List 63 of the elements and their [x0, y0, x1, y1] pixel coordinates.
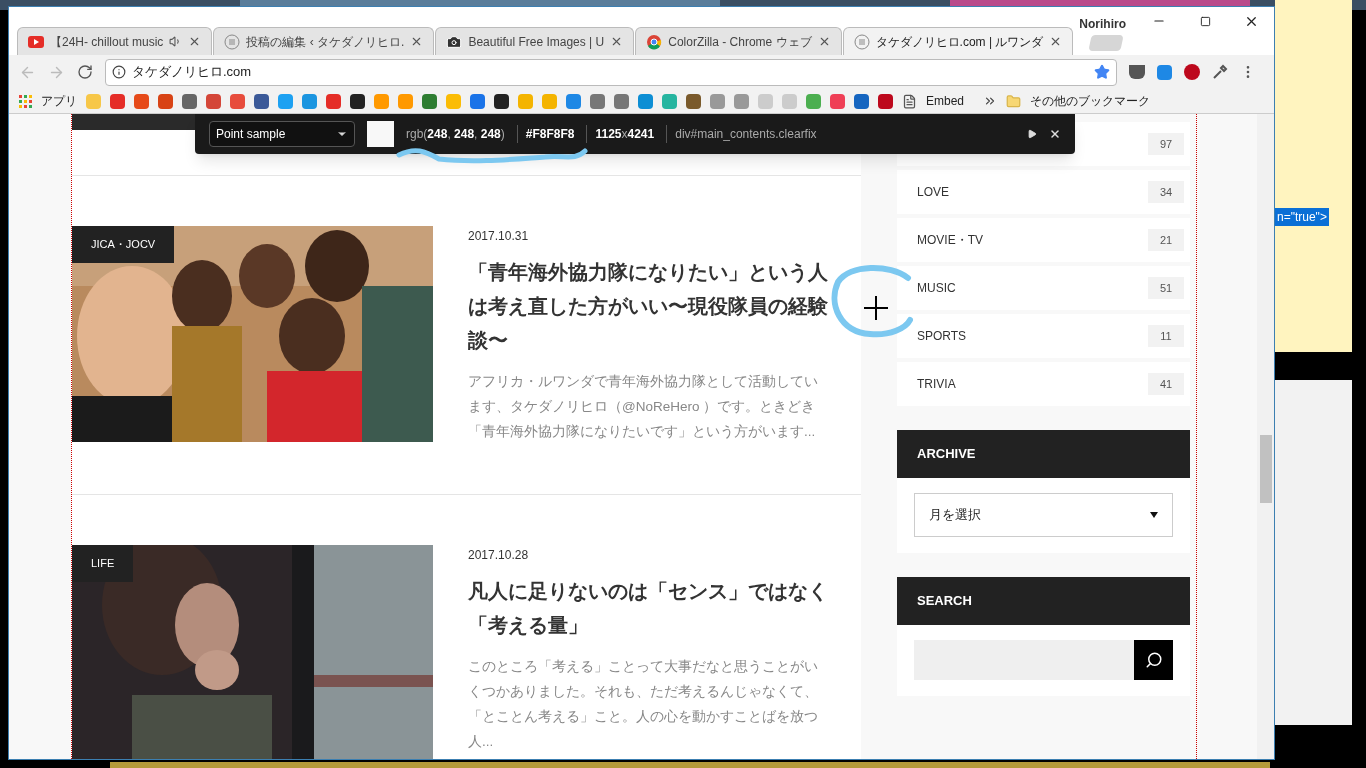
category-badge[interactable]: LIFE	[72, 545, 134, 582]
post-count: 41	[1148, 373, 1184, 395]
browser-tab[interactable]: Beautiful Free Images | U	[435, 27, 635, 55]
crosshair-cursor	[864, 296, 888, 320]
address-bar[interactable]: タケダノリヒロ.com	[105, 58, 1117, 86]
bookmark-icon[interactable]	[254, 93, 269, 109]
reload-icon[interactable]	[77, 64, 93, 80]
post-count: 97	[1148, 133, 1184, 155]
bookmark-link[interactable]: Embed	[926, 92, 965, 110]
url-text: タケダノリヒロ.com	[132, 63, 253, 82]
post-count: 21	[1148, 229, 1184, 251]
category-item[interactable]: LOVE 34	[897, 170, 1190, 214]
post-date: 2017.10.28	[468, 547, 530, 564]
element-path: div#main_contents.clearfix	[666, 125, 1015, 143]
rgb-value: rgb(248, 248, 248)	[406, 126, 505, 143]
widget-header: ARCHIVE	[897, 430, 1190, 478]
element-size: 1125x4241	[586, 125, 655, 143]
browser-tab[interactable]: タケダノリヒロ.com | ルワンダ	[842, 27, 1074, 55]
post-date: 2017.10.31	[468, 228, 530, 245]
category-item[interactable]: MUSIC 51	[897, 266, 1190, 310]
video-icon	[28, 35, 44, 48]
play-icon[interactable]	[1027, 129, 1037, 139]
chrome-icon	[646, 33, 663, 50]
browser-tab[interactable]: ColorZilla - Chrome ウェブ	[635, 27, 842, 55]
dropdown-icon	[1150, 512, 1158, 518]
post-title[interactable]: 凡人に足りないのは「センス」ではなく「考える量」	[468, 574, 828, 642]
camera-icon	[446, 33, 463, 50]
category-item[interactable]: MOVIE・TV 21	[897, 218, 1190, 262]
apps-icon[interactable]	[19, 94, 32, 108]
post-count: 34	[1148, 181, 1184, 203]
search-field[interactable]	[914, 640, 1135, 680]
category-item[interactable]: TRIVIA 41	[897, 362, 1190, 406]
maximize-icon[interactable]	[1199, 15, 1211, 27]
category-item[interactable]: SPORTS 11	[897, 314, 1190, 358]
bookmark-icon[interactable]	[494, 93, 509, 109]
post-title[interactable]: 「青年海外協力隊になりたい」という人は考え直した方がいい〜現役隊員の経験談〜	[468, 255, 828, 357]
info-icon[interactable]	[112, 65, 126, 79]
browser-tab[interactable]: 投稿の編集 ‹ タケダノリヒロ.	[213, 27, 435, 55]
post-excerpt: アフリカ・ルワンダで青年海外協力隊として活動しています、タケダノリヒロ（@NoReHero ）です。ときどき「青年海外協力隊になりたいです」という方がいます...	[468, 373, 819, 441]
scrollbar[interactable]	[1257, 114, 1274, 759]
search-button[interactable]	[1134, 640, 1173, 680]
post-excerpt: このところ「考える」ことって大事だなと思うことがいくつかありました。それも、ただ考えるんじゃなくて、「とことん考える」こと。人の心を動かすことばを放つ人...	[468, 658, 819, 751]
code-text: n="true">	[1275, 208, 1329, 226]
sample-mode-dropdown[interactable]: Point sample	[209, 121, 355, 147]
post-count: 51	[1148, 277, 1184, 299]
color-swatch	[367, 121, 394, 147]
site-icon	[853, 33, 870, 50]
page-icon[interactable]	[902, 93, 917, 109]
bookmark-link[interactable]: アプリ	[41, 92, 77, 110]
widget-header: SEARCH	[897, 577, 1190, 625]
bookmark-star-icon[interactable]	[1094, 64, 1110, 80]
bookmark-icon[interactable]	[350, 93, 365, 109]
eyedropper-icon[interactable]	[1212, 64, 1228, 80]
close-icon[interactable]	[1049, 128, 1061, 140]
search-icon	[1144, 651, 1163, 669]
profile-name[interactable]: Norihiro	[1079, 15, 1126, 33]
category-badge[interactable]: JICA・JOCV	[72, 226, 175, 263]
site-icon	[224, 33, 241, 50]
post-count: 11	[1148, 325, 1184, 347]
hex-value: #F8F8F8	[516, 125, 575, 143]
bookmark-link[interactable]: その他のブックマーク	[1030, 92, 1151, 110]
archive-select[interactable]: 月を選択	[914, 493, 1173, 537]
browser-tab[interactable]: 【24H- chillout music	[17, 27, 213, 55]
